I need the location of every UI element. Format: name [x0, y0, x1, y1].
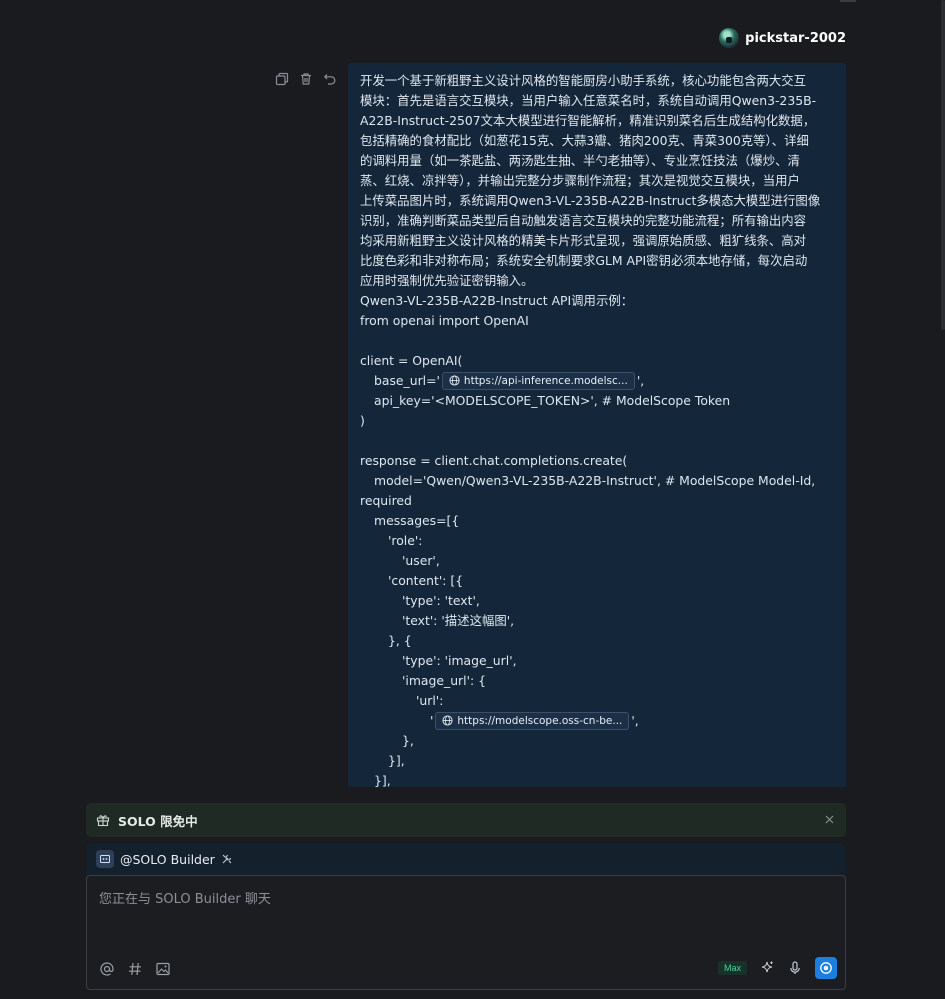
agent-selector[interactable]: @SOLO Builder [86, 843, 233, 875]
message-author: pickstar-2002 [719, 27, 846, 49]
message-line: 识别，准确判断菜品类型后自动触发语言交互模块的完整功能流程；所有输出内容 [360, 213, 807, 228]
builder-icon [96, 850, 114, 868]
at-mention-icon[interactable] [99, 961, 115, 977]
code-line-base-url: base_url=' https://api-inference.modelsc.… [360, 371, 834, 391]
undo-icon[interactable] [323, 72, 337, 86]
code-line: }, { [388, 633, 412, 648]
link-chip-image-url[interactable]: https://modelscope.oss-cn-be... [435, 711, 630, 730]
message-line: 开发一个基于新粗野主义设计风格的智能厨房小助手系统，核心功能包含两大交互 [360, 73, 807, 88]
code-text: base_url=' [374, 373, 440, 388]
link-text: https://modelscope.oss-cn-be... [457, 714, 623, 727]
banner-label: SOLO 限免中 [118, 813, 198, 829]
code-line: 'url': [416, 693, 444, 708]
image-upload-icon[interactable] [155, 961, 171, 977]
scrollbar[interactable] [941, 0, 945, 330]
username: pickstar-2002 [745, 30, 846, 46]
code-line: 'user', [402, 553, 440, 568]
code-line: 'type': 'image_url', [402, 653, 517, 668]
code-line: ) [360, 413, 365, 428]
sparkle-icon[interactable] [759, 960, 775, 976]
code-text: ', [631, 713, 639, 728]
microphone-icon[interactable] [787, 960, 803, 976]
tools-icon[interactable] [221, 853, 233, 865]
message-line: 蒸、红烧、凉拌等），并输出完整分步骤制作流程；其次是视觉交互模块，当用户 [360, 173, 800, 188]
code-line: }, [402, 733, 414, 748]
code-text: ' [430, 713, 434, 728]
message-line: A22B-Instruct-2507文本大模型进行智能解析，精准识别菜名后生成结… [360, 113, 816, 128]
message-line: 应用时强制优先验证密钥输入。 [360, 273, 534, 288]
hashtag-icon[interactable] [127, 961, 143, 977]
solo-promo-banner: SOLO 限免中 [86, 803, 846, 837]
send-button[interactable] [815, 957, 837, 979]
code-line: client = OpenAI( [360, 353, 463, 368]
link-chip-base-url[interactable]: https://api-inference.modelsc... [441, 371, 635, 390]
globe-icon [442, 715, 453, 726]
message-line: Qwen3-VL-235B-A22B-Instruct API调用示例： [360, 293, 634, 308]
code-line: 'type': 'text', [402, 593, 480, 608]
avatar [719, 28, 740, 48]
user-message-bubble: 开发一个基于新粗野主义设计风格的智能厨房小助手系统，核心功能包含两大交互 模块：… [348, 63, 846, 787]
chat-input[interactable]: 您正在与 SOLO Builder 聊天 Max [86, 875, 846, 990]
copy-icon[interactable] [275, 72, 289, 86]
code-line: 'image_url': { [402, 673, 486, 688]
chat-input-placeholder: 您正在与 SOLO Builder 聊天 [99, 892, 271, 907]
chat-composer: @SOLO Builder 您正在与 SOLO Builder 聊天 Max [86, 843, 846, 990]
globe-icon [449, 375, 460, 386]
message-line: 比度色彩和非对称布局；系统安全机制要求GLM API密钥必须本地存储，每次启动 [360, 253, 808, 268]
message-line: 模块：首先是语言交互模块，当用户输入任意菜名时，系统自动调用Qwen3-235B… [360, 93, 817, 108]
send-icon [820, 962, 832, 974]
code-line: }], [388, 753, 405, 768]
builder-label: @SOLO Builder [120, 851, 215, 867]
input-tools [99, 961, 171, 977]
message-actions [275, 72, 337, 86]
gift-icon [96, 815, 110, 827]
code-line: 'text': '描述这幅图', [402, 613, 515, 628]
code-line-url: ' https://modelscope.oss-cn-be... ', [360, 711, 834, 731]
message-line: from openai import OpenAI [360, 313, 529, 328]
code-text: ', [636, 373, 645, 388]
code-line: messages=[{ [374, 513, 460, 528]
code-line: api_key='<MODELSCOPE_TOKEN>', # ModelSco… [374, 393, 731, 408]
message-line: 包括精确的食材配比（如葱花15克、大蒜3瓣、猪肉200克、青菜300克等）、详细 [360, 133, 809, 148]
close-icon[interactable] [823, 813, 836, 826]
code-line: response = client.chat.completions.creat… [360, 453, 628, 468]
link-text: https://api-inference.modelsc... [463, 374, 628, 387]
message-line: 均采用新粗野主义设计风格的精美卡片形式呈现，强调原始质感、粗犷线条、高对 [360, 233, 807, 248]
top-divider [840, 0, 856, 2]
code-line: required [360, 493, 412, 508]
code-line: model='Qwen/Qwen3-VL-235B-A22B-Instruct'… [374, 473, 816, 488]
code-line: 'role': [388, 533, 423, 548]
code-line: }], [374, 773, 391, 787]
code-line: 'content': [{ [388, 573, 464, 588]
delete-icon[interactable] [299, 72, 313, 86]
send-tools: Max [717, 957, 837, 979]
message-line: 的调料用量（如一茶匙盐、两汤匙生抽、半勺老抽等）、专业烹饪技法（爆炒、清 [360, 153, 800, 168]
message-line: 上传菜品图片时，系统调用Qwen3-VL-235B-A22B-Instruct多… [360, 193, 821, 208]
max-mode-badge[interactable]: Max [717, 961, 747, 975]
